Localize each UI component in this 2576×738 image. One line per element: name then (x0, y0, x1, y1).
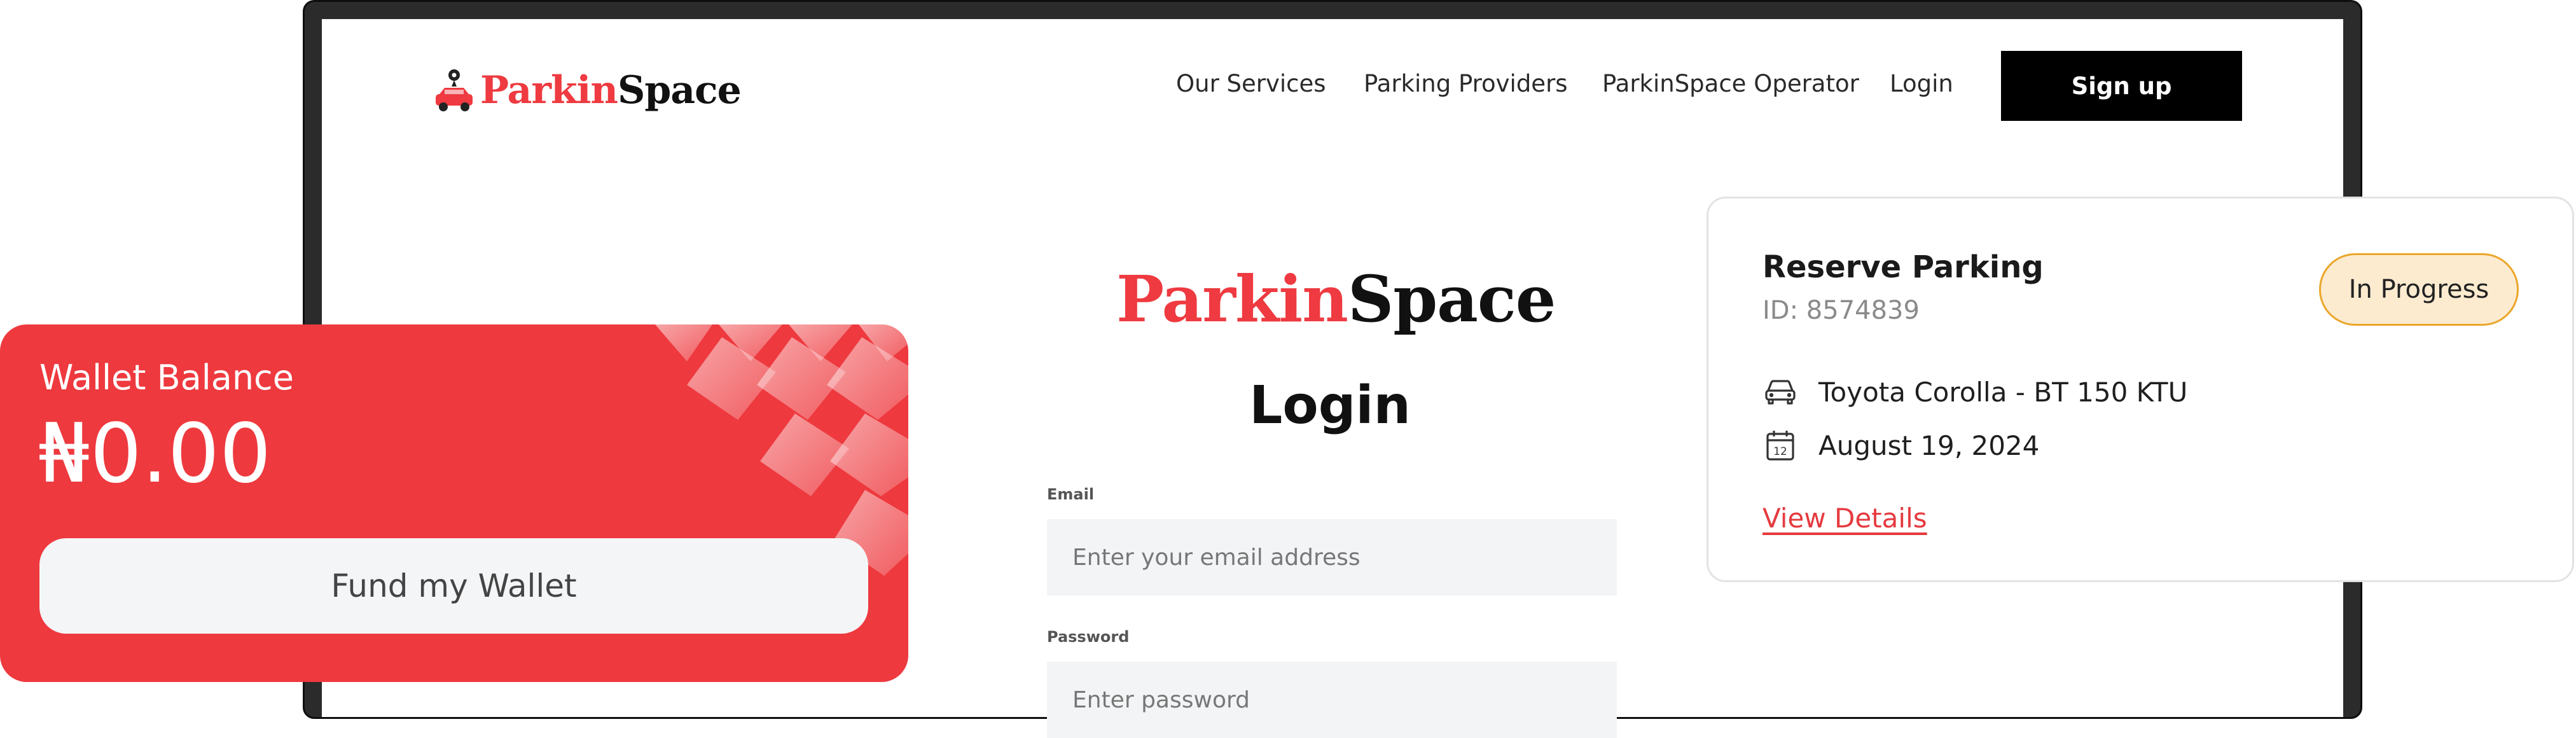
email-label: Email (1047, 485, 1095, 503)
login-title: Login (1249, 375, 1411, 436)
wallet-balance-amount: ₦0.00 (38, 407, 272, 501)
status-badge: In Progress (2319, 253, 2519, 326)
reservation-id: ID: 8574839 (1762, 296, 1920, 325)
date-row: 12 August 19, 2024 (1762, 426, 2039, 464)
view-details-link[interactable]: View Details (1762, 503, 1927, 534)
fund-wallet-button[interactable]: Fund my Wallet (39, 538, 868, 634)
nav-brand-wordmark: ParkinSpace (480, 68, 742, 113)
date-text: August 19, 2024 (1818, 429, 2040, 461)
nav-logo[interactable]: ParkinSpace (433, 62, 742, 118)
nav-login[interactable]: Login (1890, 70, 1953, 97)
signup-button[interactable]: Sign up (2001, 51, 2242, 121)
car-icon (1765, 380, 1796, 405)
car-pin-logo-icon (436, 69, 473, 111)
nav-our-services[interactable]: Our Services (1176, 70, 1326, 97)
nav-parkinspace-operator[interactable]: ParkinSpace Operator (1602, 70, 1859, 97)
calendar-icon: 12 (1766, 431, 1794, 461)
svg-text:12: 12 (1773, 445, 1787, 458)
wallet-card: Wallet Balance ₦0.00 Fund my Wallet (0, 324, 908, 682)
reservation-title: Reserve Parking (1762, 249, 2044, 285)
reservation-card: Reserve Parking ID: 8574839 In Progress … (1707, 197, 2574, 582)
login-brand-wordmark: ParkinSpace (1116, 261, 1556, 337)
vehicle-text: Toyota Corolla - BT 150 KTU (1818, 376, 2188, 408)
password-field[interactable] (1047, 662, 1617, 738)
password-label: Password (1047, 628, 1130, 646)
vehicle-row: Toyota Corolla - BT 150 KTU (1762, 373, 2187, 411)
nav-parking-providers[interactable]: Parking Providers (1364, 70, 1568, 97)
email-field[interactable] (1047, 519, 1617, 595)
wallet-balance-label: Wallet Balance (39, 358, 294, 398)
